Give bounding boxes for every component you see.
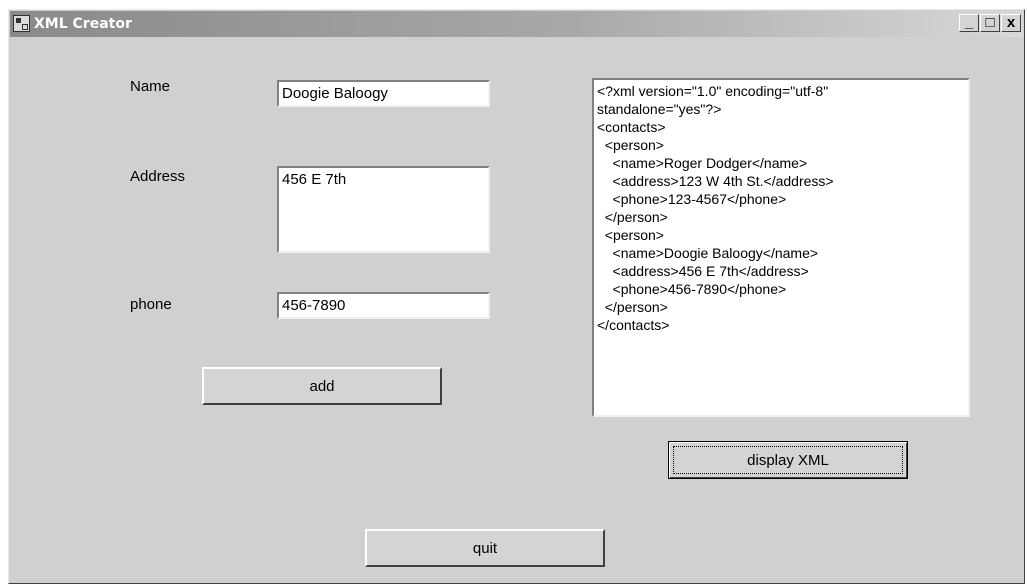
phone-field[interactable]: 456-7890 <box>277 292 490 319</box>
address-field[interactable]: 456 E 7th <box>277 166 490 253</box>
minimize-button[interactable]: _ <box>959 14 979 32</box>
name-label: Name <box>130 78 171 95</box>
add-button[interactable]: add <box>202 367 442 405</box>
app-icon[interactable] <box>13 15 30 32</box>
add-button-label: add <box>309 377 335 395</box>
title-bar[interactable]: XML Creator _ □ x <box>10 11 1023 37</box>
phone-label: phone <box>130 296 172 313</box>
xml-output-textarea[interactable]: <?xml version="1.0" encoding="utf-8" sta… <box>592 78 970 417</box>
caption-buttons: _ □ x <box>958 14 1021 32</box>
display-xml-button[interactable]: display XML <box>668 441 908 479</box>
name-field[interactable]: Doogie Baloogy <box>277 80 490 107</box>
close-button[interactable]: x <box>1001 14 1021 32</box>
address-label: Address <box>130 168 186 185</box>
quit-button-label: quit <box>472 539 498 557</box>
window-title: XML Creator <box>34 16 132 32</box>
focus-rectangle <box>673 446 903 474</box>
top-text-strip <box>0 0 1027 9</box>
app-window: XML Creator _ □ x Name Doogie Baloogy Ad… <box>8 9 1025 584</box>
maximize-button[interactable]: □ <box>980 14 1000 32</box>
quit-button[interactable]: quit <box>365 529 605 567</box>
